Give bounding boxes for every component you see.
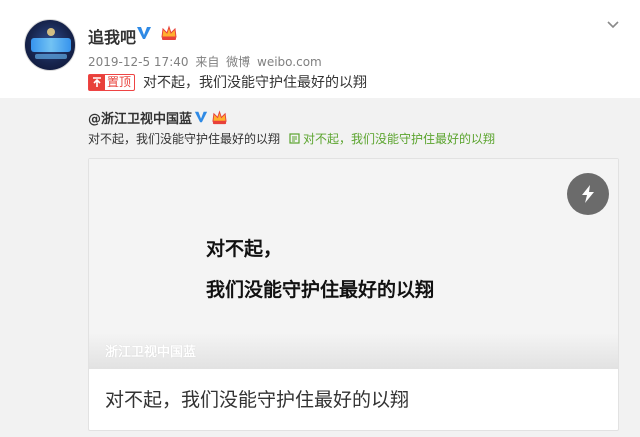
pinned-label: 置顶 [107,74,132,89]
card-caption[interactable]: 对不起，我们没能守护住最好的以翔 [105,385,409,412]
repost-text-row: 对不起，我们没能守护住最好的以翔 对不起，我们没能守护住最好的以翔 [88,130,495,147]
repost-container: @浙江卫视中国蓝 对不起，我们没能守护住最好的以翔 对不起，我们没能守护住最好的… [0,98,640,437]
verified-v-icon [194,111,208,123]
author-name[interactable]: 追我吧 [88,24,136,48]
repost-link[interactable]: 对不起，我们没能守护住最好的以翔 [303,130,495,147]
avatar-logo [31,38,71,52]
post-meta: 2019-12-5 17:40 来自 微博 weibo.com [88,53,325,70]
post-timestamp[interactable]: 2019-12-5 17:40 [88,55,189,69]
pinned-badge: 置顶 [88,73,136,91]
verified-v-icon [137,27,151,39]
weibo-post: 追我吧 2019-12-5 17:40 来自 微博 weibo.com 置顶 对… [0,0,640,437]
flash-button[interactable] [567,173,609,215]
repost-author[interactable]: @浙江卫视中国蓝 [88,108,192,127]
link-card[interactable]: 对不起， 我们没能守护住最好的以翔 浙江卫视中国蓝 对不起，我们没能守护住最好的… [88,158,619,431]
chevron-down-icon[interactable] [606,18,620,32]
repost-text: 对不起，我们没能守护住最好的以翔 [88,132,281,146]
card-image[interactable]: 对不起， 我们没能守护住最好的以翔 浙江卫视中国蓝 [89,159,618,369]
post-text: 对不起，我们没能守护住最好的以翔 [143,75,368,91]
link-page-icon [289,133,300,144]
lightning-icon [582,185,594,203]
avatar-logo-underline [35,54,67,59]
avatar-spark [47,28,55,36]
card-headline-line1: 对不起， [206,238,283,260]
author-avatar[interactable] [24,19,76,71]
pin-icon [89,74,105,90]
pin-row: 置顶 对不起，我们没能守护住最好的以翔 [88,73,367,91]
vip-crown-icon[interactable] [211,109,228,125]
source-domain[interactable]: weibo.com [257,55,322,69]
card-headline-line2: 我们没能守护住最好的以翔 [206,279,435,301]
vip-crown-icon[interactable] [160,25,178,41]
repost-author-row: @浙江卫视中国蓝 [88,108,228,127]
source-prefix: 来自 [195,55,220,69]
card-watermark: 浙江卫视中国蓝 [105,345,197,360]
source-app[interactable]: 微博 [226,55,250,69]
